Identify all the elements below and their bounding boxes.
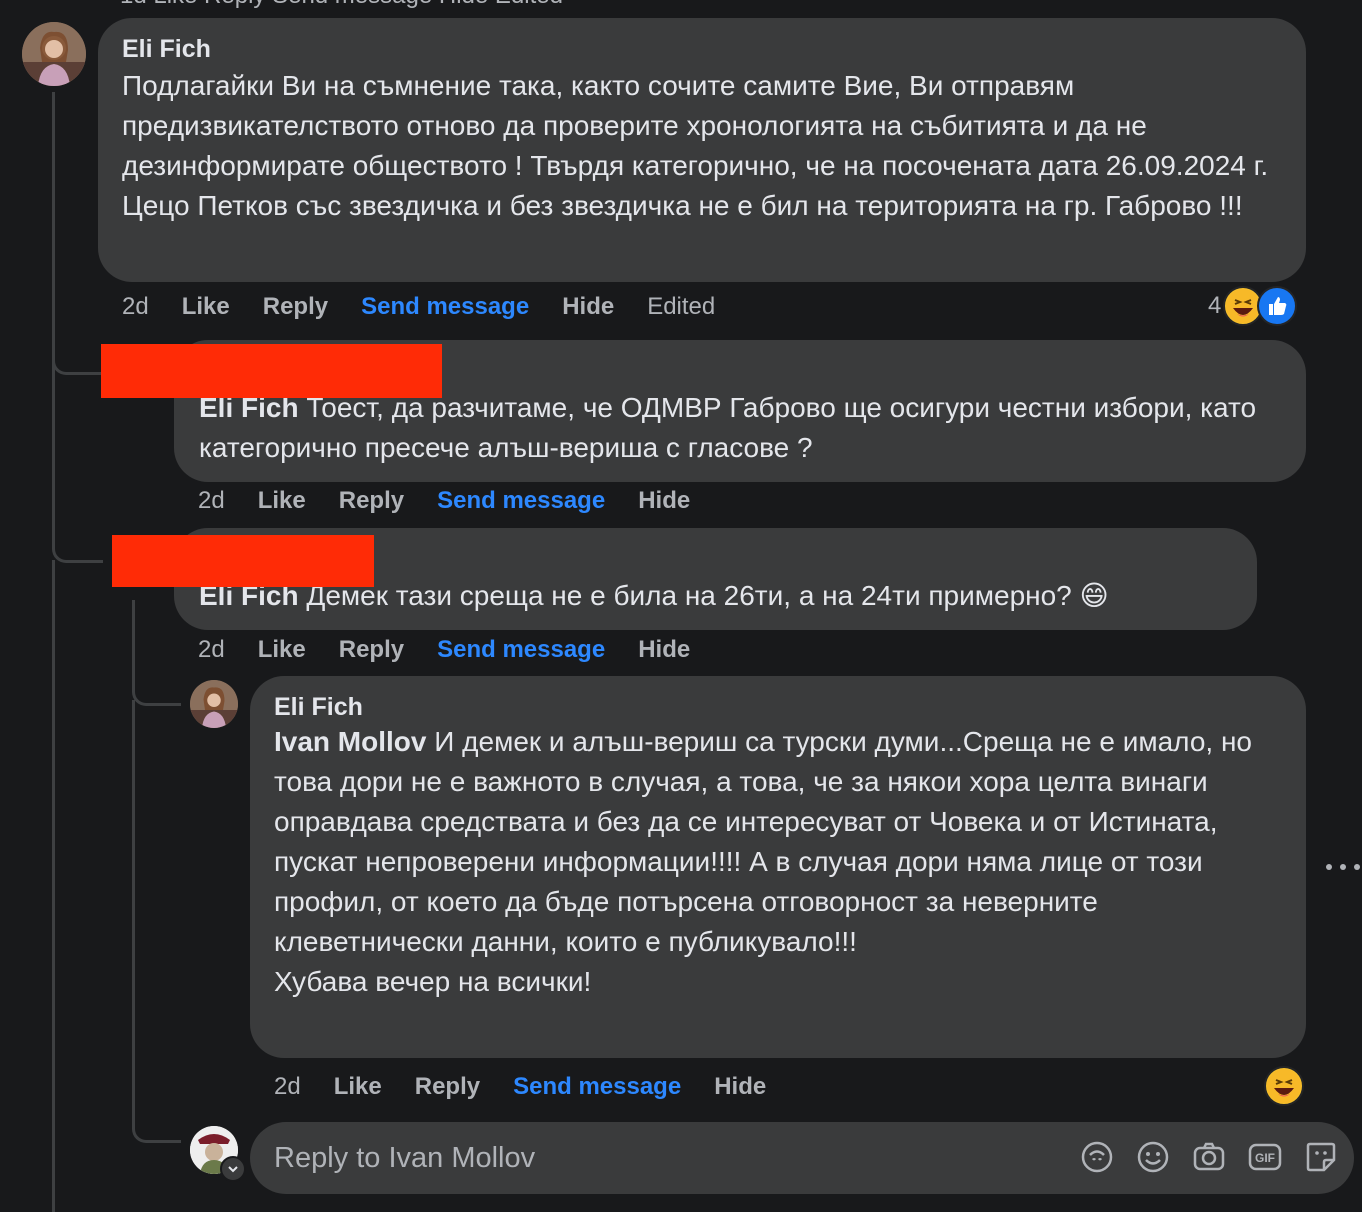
reply-toolbar: GIF: [1060, 1138, 1340, 1176]
redaction-box: [112, 535, 374, 587]
profile-photo-icon: [22, 22, 86, 86]
thread-line-nested-2: [132, 700, 181, 1143]
reply-placeholder: Reply to Ivan Mollov: [274, 1142, 536, 1174]
thread-line-main-2: [52, 360, 103, 563]
comment-timestamp[interactable]: 2d: [274, 1073, 301, 1101]
hide-button[interactable]: Hide: [714, 1073, 766, 1101]
comment-timestamp[interactable]: 2d: [122, 293, 149, 321]
redaction-box: [101, 344, 442, 398]
emoji-icon[interactable]: [1134, 1138, 1172, 1176]
comment-text: Eli Fich Тоест, да разчитаме, че ОДМВР Г…: [199, 388, 1282, 468]
comment-body: Тоест, да разчитаме, че ОДМВР Габрово ще…: [199, 392, 1264, 463]
like-button[interactable]: Like: [182, 293, 230, 321]
reply-button[interactable]: Reply: [339, 636, 404, 664]
reply-button[interactable]: Reply: [339, 487, 404, 515]
comment-bubble: Eli Fich Ivan Mollov И демек и алъш-вери…: [250, 676, 1306, 1058]
comment-body: И демек и алъш-вериш са турски думи...Ср…: [274, 726, 1252, 997]
more-options-icon[interactable]: [1326, 852, 1360, 882]
reply-input[interactable]: Reply to Ivan Mollov GIF: [250, 1122, 1354, 1194]
avatar-sticker-icon[interactable]: [1078, 1138, 1116, 1176]
comment-actions: 2d Like Reply Send message Hide: [198, 633, 723, 667]
comment-actions: 2d Like Reply Send message Hide Edited: [122, 290, 748, 324]
reactions-summary[interactable]: 4: [1208, 286, 1298, 326]
profile-photo-icon: [190, 680, 238, 728]
like-icon: [1257, 286, 1298, 326]
svg-text:GIF: GIF: [1255, 1151, 1275, 1165]
reactions-summary[interactable]: [1264, 1066, 1304, 1106]
avatar[interactable]: [190, 680, 238, 728]
send-message-button[interactable]: Send message: [437, 487, 605, 515]
reaction-count: 4: [1208, 292, 1222, 319]
comment-text: Ivan Mollov И демек и алъш-вериш са турс…: [274, 722, 1282, 1002]
send-message-button[interactable]: Send message: [437, 636, 605, 664]
like-button[interactable]: Like: [258, 487, 306, 515]
comment-thread: 1d Like Reply Send message Hide Edited E…: [0, 0, 1362, 1212]
avatar-dropdown-icon[interactable]: [220, 1156, 246, 1182]
laughing-emoji: [1264, 1066, 1304, 1106]
avatar[interactable]: [22, 22, 86, 86]
mention-link[interactable]: Ivan Mollov: [274, 726, 426, 757]
send-message-button[interactable]: Send message: [513, 1073, 681, 1101]
hide-button[interactable]: Hide: [638, 487, 690, 515]
comment-text: Подлагайки Ви на съмнение така, както со…: [122, 70, 1276, 221]
previous-comment-actions: 1d Like Reply Send message Hide Edited: [120, 0, 563, 10]
edited-label: Edited: [647, 293, 716, 320]
thread-line-nested: [132, 600, 181, 706]
thread-line-main: [52, 92, 103, 375]
reply-button[interactable]: Reply: [415, 1073, 480, 1101]
comment-actions: 2d Like Reply Send message Hide: [198, 484, 723, 518]
sticker-icon[interactable]: [1302, 1138, 1340, 1176]
gif-icon[interactable]: GIF: [1246, 1138, 1284, 1176]
comment-bubble: Eli Fich Подлагайки Ви на съмнение така,…: [98, 18, 1306, 282]
comment-timestamp[interactable]: 2d: [198, 487, 225, 515]
comment-timestamp[interactable]: 2d: [198, 636, 225, 664]
reply-button[interactable]: Reply: [263, 293, 328, 321]
comment-author[interactable]: Eli Fich: [122, 34, 1282, 64]
comment-author[interactable]: Eli Fich: [274, 692, 1282, 722]
send-message-button[interactable]: Send message: [361, 293, 529, 321]
camera-icon[interactable]: [1190, 1138, 1228, 1176]
hide-button[interactable]: Hide: [562, 293, 614, 321]
comment-body: Демек тази среща не е била на 26ти, а на…: [298, 580, 1109, 611]
thread-line-main-3: [52, 560, 55, 1212]
comment-actions: 2d Like Reply Send message Hide: [274, 1070, 799, 1104]
hide-button[interactable]: Hide: [638, 636, 690, 664]
like-button[interactable]: Like: [334, 1073, 382, 1101]
like-button[interactable]: Like: [258, 636, 306, 664]
